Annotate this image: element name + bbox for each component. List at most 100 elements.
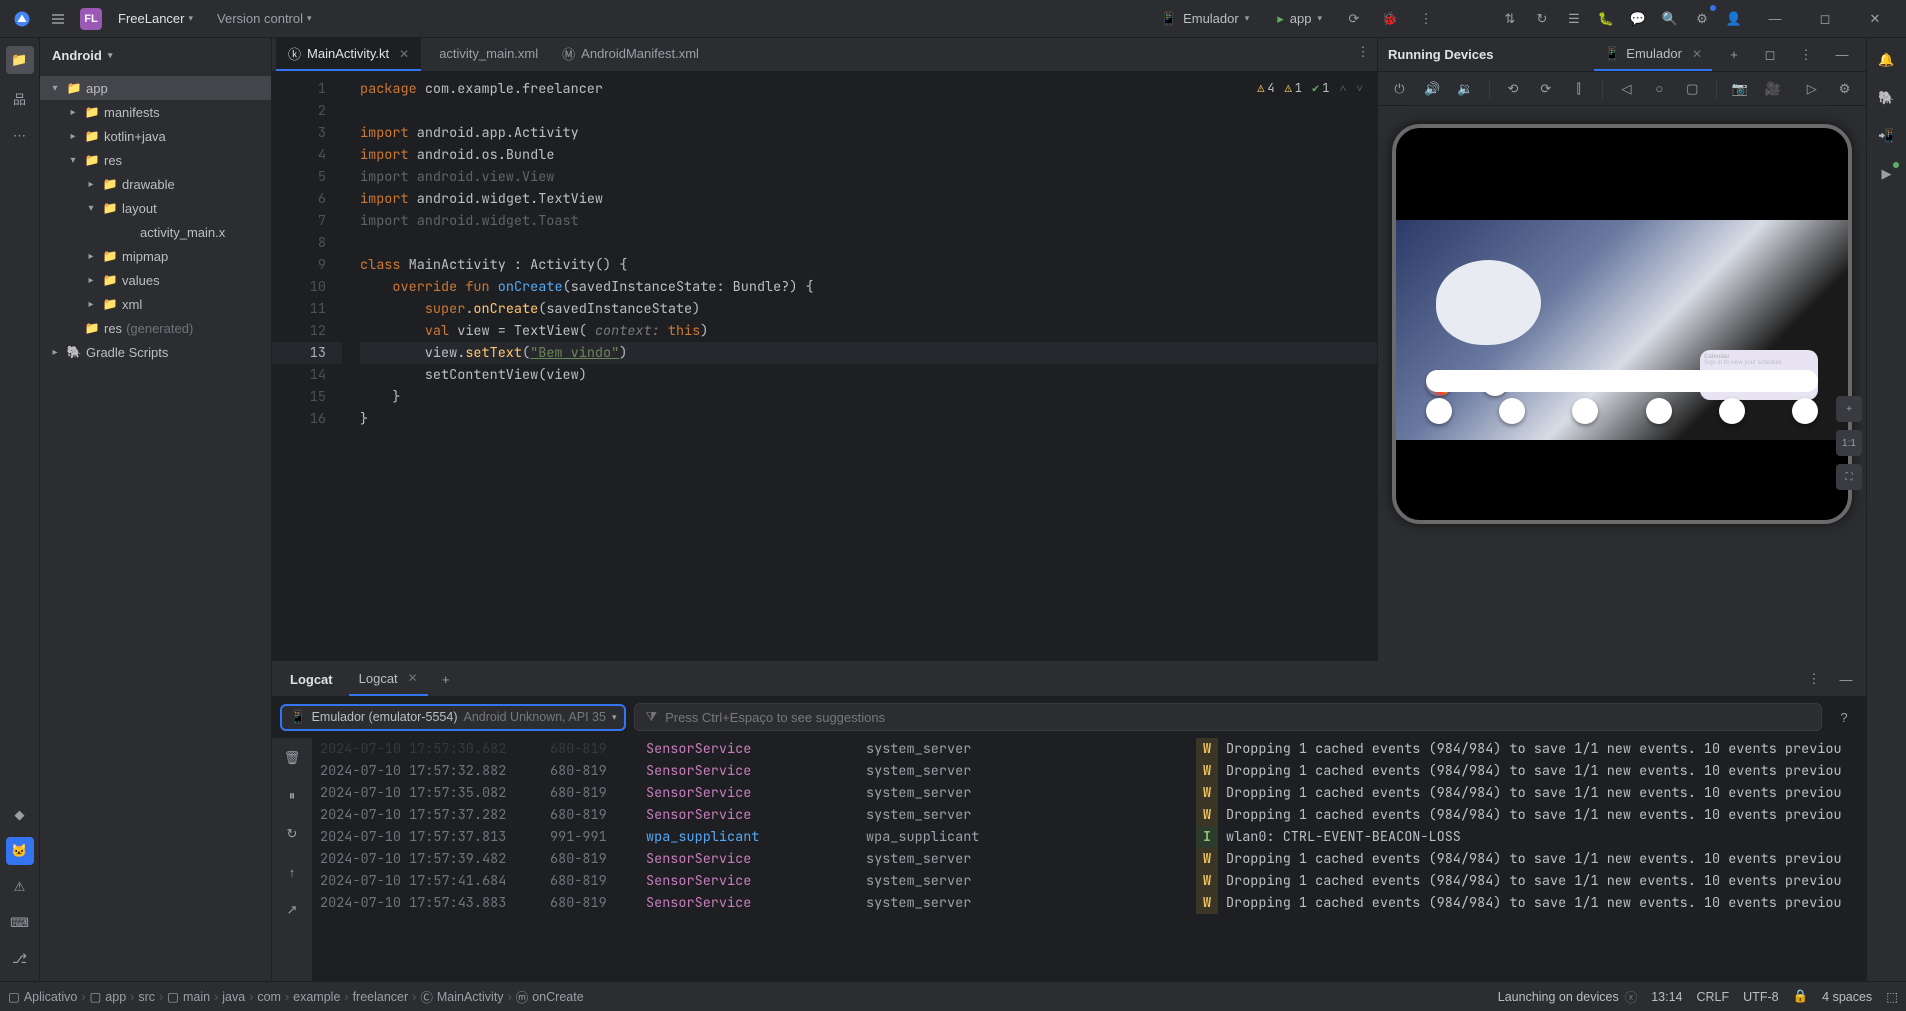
vcs-dropdown[interactable]: Version control ▾: [209, 7, 320, 30]
memory-icon[interactable]: ⬚: [1886, 989, 1898, 1004]
record-icon[interactable]: 🎥: [1759, 75, 1786, 103]
tree-item[interactable]: ▸📁values: [40, 268, 271, 292]
tree-arrow-icon[interactable]: ▾: [48, 83, 62, 94]
status-launch[interactable]: Launching on devices ⓧ: [1498, 987, 1637, 1006]
log-row[interactable]: 2024-07-10 17:57:32.882680-819SensorServ…: [320, 760, 1858, 782]
editor-tab[interactable]: ⓚMainActivity.kt✕: [276, 38, 421, 71]
debug-icon[interactable]: 🐞: [1376, 5, 1404, 33]
back-icon[interactable]: ◁: [1613, 75, 1640, 103]
logcat-options-icon[interactable]: ⋮: [1800, 665, 1828, 693]
tree-item[interactable]: ▾📁res: [40, 148, 271, 172]
breadcrumb-item[interactable]: ▢main: [167, 989, 210, 1004]
device-selector[interactable]: 📱 Emulador ▾: [1151, 7, 1259, 31]
tree-item[interactable]: ▾📁app: [40, 76, 271, 100]
help-icon[interactable]: ?: [1830, 703, 1858, 731]
structure-tool-icon[interactable]: 品: [6, 84, 34, 112]
sync-icon[interactable]: ⟳: [1340, 5, 1368, 33]
list-icon[interactable]: ☰: [1560, 5, 1588, 33]
tree-arrow-icon[interactable]: ▸: [66, 107, 80, 118]
android-studio-icon[interactable]: [8, 5, 36, 33]
breadcrumb-item[interactable]: src: [138, 990, 155, 1004]
navigation-bar[interactable]: ▢Aplicativo›▢app›src›▢main›java›com›exam…: [8, 987, 584, 1006]
log-row[interactable]: 2024-07-10 17:57:30.682680-819SensorServ…: [320, 738, 1858, 760]
fold-icon[interactable]: ⫿: [1565, 75, 1592, 103]
screenshot-icon[interactable]: 📷: [1727, 75, 1754, 103]
restart-log-icon[interactable]: ↻: [278, 820, 306, 848]
tree-item[interactable]: ▾📁layout: [40, 196, 271, 220]
rotate-left-icon[interactable]: ⟲: [1500, 75, 1527, 103]
log-row[interactable]: 2024-07-10 17:57:35.082680-819SensorServ…: [320, 782, 1858, 804]
tree-arrow-icon[interactable]: ▸: [84, 251, 98, 262]
project-tree[interactable]: ▾📁app▸📁manifests▸📁kotlin+java▾📁res▸📁draw…: [40, 72, 271, 368]
log-row[interactable]: 2024-07-10 17:57:43.883680-819SensorServ…: [320, 892, 1858, 914]
inspection-widget[interactable]: ⚠4 ⚠1 ✔1 ˄ ˅: [1253, 78, 1367, 98]
git-tool-icon[interactable]: ◆: [6, 801, 34, 829]
project-panel-header[interactable]: Android ▾: [40, 38, 271, 72]
add-logcat-tab-icon[interactable]: +: [432, 665, 460, 693]
breadcrumb-item[interactable]: com: [257, 990, 281, 1004]
volume-down-icon[interactable]: 🔉: [1452, 75, 1479, 103]
tree-arrow-icon[interactable]: ▸: [66, 131, 80, 142]
refresh-icon[interactable]: ↻: [1528, 5, 1556, 33]
logcat-tool-icon[interactable]: 🐱: [6, 837, 34, 865]
editor-tab[interactable]: activity_main.xml: [421, 38, 550, 71]
breadcrumb-item[interactable]: ⓜonCreate: [516, 987, 584, 1006]
logcat-device-selector[interactable]: 📱 Emulador (emulator-5554) Android Unkno…: [280, 704, 626, 731]
minimize-panel-icon[interactable]: —: [1828, 41, 1856, 69]
tree-item[interactable]: activity_main.x: [40, 220, 271, 244]
window-icon[interactable]: ◻: [1756, 41, 1784, 69]
bug-icon[interactable]: 🐛: [1592, 5, 1620, 33]
status-indent[interactable]: 4 spaces: [1822, 990, 1872, 1004]
tree-item[interactable]: ▸📁drawable: [40, 172, 271, 196]
tree-item[interactable]: ▸📁mipmap: [40, 244, 271, 268]
tree-arrow-icon[interactable]: ▾: [84, 203, 98, 214]
maximize-button[interactable]: ◻: [1802, 4, 1848, 34]
emulator-screen[interactable]: Calendar Sign in to view your schedule: [1392, 124, 1852, 524]
status-line-ending[interactable]: CRLF: [1697, 990, 1730, 1004]
device-tab[interactable]: 📱 Emulador ✕: [1594, 38, 1712, 71]
tree-item[interactable]: ▸🐘Gradle Scripts: [40, 340, 271, 364]
volume-up-icon[interactable]: 🔊: [1419, 75, 1446, 103]
overview-icon[interactable]: ▢: [1679, 75, 1706, 103]
home-icon[interactable]: ○: [1646, 75, 1673, 103]
breadcrumb-item[interactable]: ▢app: [89, 989, 126, 1004]
more-tools-icon[interactable]: ⋯: [6, 122, 34, 150]
editor-options-icon[interactable]: ⋮: [1349, 38, 1377, 66]
breadcrumb-item[interactable]: java: [222, 990, 245, 1004]
run-config-selector[interactable]: ▸ app ▾: [1267, 7, 1332, 31]
tree-arrow-icon[interactable]: ▸: [84, 179, 98, 190]
log-row[interactable]: 2024-07-10 17:57:39.482680-819SensorServ…: [320, 848, 1858, 870]
zoom-reset-icon[interactable]: 1:1: [1836, 430, 1862, 456]
close-icon[interactable]: ✕: [1692, 47, 1702, 61]
log-row[interactable]: 2024-07-10 17:57:41.684680-819SensorServ…: [320, 870, 1858, 892]
readonly-icon[interactable]: 🔒: [1793, 989, 1809, 1004]
tree-arrow-icon[interactable]: ▸: [48, 347, 62, 358]
breadcrumb-item[interactable]: ⒸMainActivity: [420, 987, 503, 1006]
account-icon[interactable]: 👤: [1720, 5, 1748, 33]
logcat-output[interactable]: 2024-07-10 17:57:30.682680-819SensorServ…: [312, 738, 1866, 981]
tree-arrow-icon[interactable]: ▸: [84, 275, 98, 286]
project-dropdown[interactable]: FreeLancer ▾: [110, 7, 201, 30]
previous-icon[interactable]: ↗: [278, 896, 306, 924]
editor-tab[interactable]: ⓂAndroidManifest.xml: [550, 38, 711, 71]
next-highlight-icon[interactable]: ˅: [1356, 80, 1363, 96]
breadcrumb-item[interactable]: freelancer: [353, 990, 409, 1004]
problems-tool-icon[interactable]: ⚠: [6, 873, 34, 901]
code-editor[interactable]: 12345678910111213141516 package com.exam…: [272, 72, 1377, 661]
tree-arrow-icon[interactable]: ▸: [84, 299, 98, 310]
gradle-icon[interactable]: 🐘: [1873, 84, 1901, 112]
status-encoding[interactable]: UTF-8: [1743, 990, 1778, 1004]
breadcrumb-item[interactable]: ▢Aplicativo: [8, 989, 77, 1004]
minimize-logcat-icon[interactable]: —: [1832, 665, 1860, 693]
prev-highlight-icon[interactable]: ˄: [1339, 80, 1346, 96]
tree-item[interactable]: ▸📁manifests: [40, 100, 271, 124]
project-tool-icon[interactable]: 📁: [6, 46, 34, 74]
close-icon[interactable]: ⓧ: [1625, 987, 1638, 1006]
close-icon[interactable]: ✕: [408, 671, 418, 685]
search-icon[interactable]: 🔍: [1656, 5, 1684, 33]
vcs-tool-icon[interactable]: ⎇: [6, 945, 34, 973]
pause-log-icon[interactable]: ⏸: [278, 782, 306, 810]
chat-icon[interactable]: 💬: [1624, 5, 1652, 33]
rotate-right-icon[interactable]: ⟳: [1532, 75, 1559, 103]
zoom-in-icon[interactable]: +: [1836, 396, 1862, 422]
